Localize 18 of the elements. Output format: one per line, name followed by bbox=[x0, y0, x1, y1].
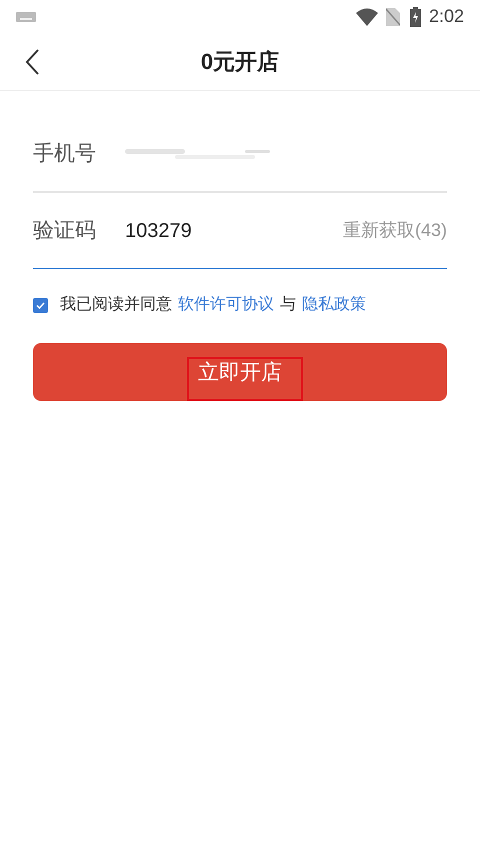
resend-button[interactable]: 重新获取(43) bbox=[342, 217, 447, 244]
code-input[interactable]: 103279 bbox=[125, 216, 343, 246]
field-label: 手机号 bbox=[33, 141, 97, 168]
agreement-text: 我已阅读并同意 bbox=[60, 294, 172, 315]
back-icon bbox=[24, 48, 40, 76]
keyboard-icon bbox=[16, 12, 36, 22]
no-sim-icon bbox=[386, 8, 400, 26]
open-store-button[interactable]: 立即开店 bbox=[33, 343, 447, 401]
license-link[interactable]: 软件许可协议 bbox=[178, 293, 274, 317]
status-time: 2:02 bbox=[428, 5, 464, 28]
joiner-text: 与 bbox=[280, 294, 296, 315]
battery-charging-icon bbox=[410, 6, 421, 26]
privacy-link[interactable]: 隐私政策 bbox=[302, 293, 366, 317]
field-label: 验证码 bbox=[33, 218, 97, 244]
page-title: 0元开店 bbox=[200, 48, 280, 76]
agree-checkbox[interactable] bbox=[33, 298, 48, 312]
wifi-icon bbox=[356, 8, 378, 26]
check-icon bbox=[36, 302, 45, 308]
